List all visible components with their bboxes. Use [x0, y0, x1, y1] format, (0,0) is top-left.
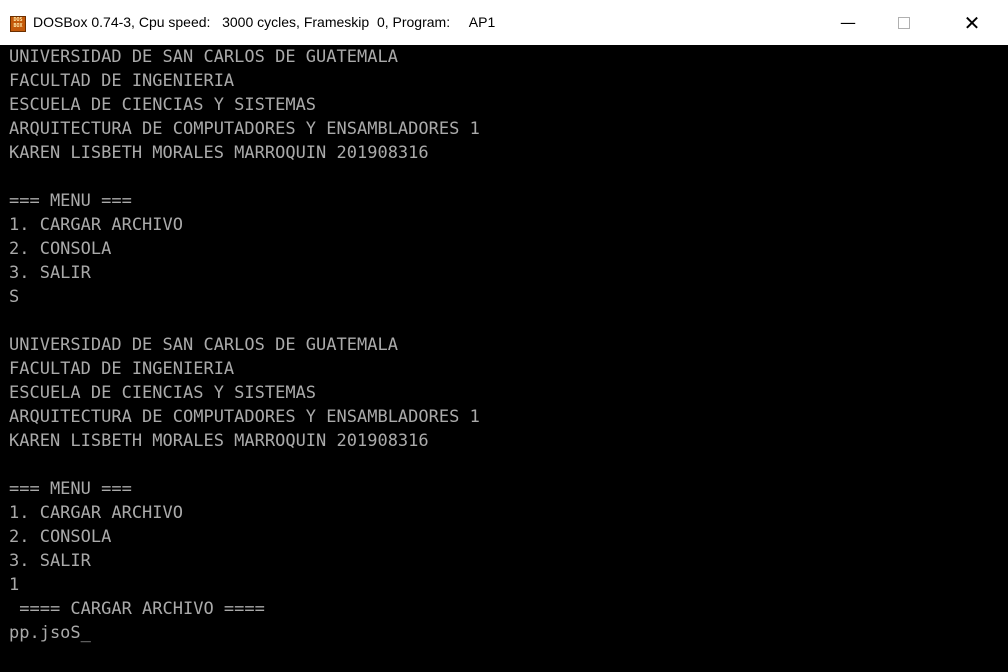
console-line: 2. CONSOLA — [9, 527, 112, 547]
console-line: 1. CARGAR ARCHIVO — [9, 215, 183, 235]
console-line: 3. SALIR — [9, 551, 91, 571]
console-line: KAREN LISBETH MORALES MARROQUIN 20190831… — [9, 143, 429, 163]
console-line: ARQUITECTURA DE COMPUTADORES Y ENSAMBLAD… — [9, 407, 480, 427]
console-line: === MENU === — [9, 191, 132, 211]
title-program-name: AP1 — [468, 14, 496, 30]
console-line: UNIVERSIDAD DE SAN CARLOS DE GUATEMALA — [9, 47, 398, 67]
close-button[interactable]: ✕ — [944, 0, 1000, 45]
window-title: DOSBox 0.74-3, Cpu speed: 3000 cycles, F… — [33, 14, 495, 30]
console-line: ESCUELA DE CIENCIAS Y SISTEMAS — [9, 383, 317, 403]
console-line: KAREN LISBETH MORALES MARROQUIN 20190831… — [9, 431, 429, 451]
console-line: UNIVERSIDAD DE SAN CARLOS DE GUATEMALA — [9, 335, 398, 355]
title-app-speed: DOSBox 0.74-3, Cpu speed: — [33, 14, 211, 30]
console-line: FACULTAD DE INGENIERIA — [9, 71, 235, 91]
console-line: ARQUITECTURA DE COMPUTADORES Y ENSAMBLAD… — [9, 119, 480, 139]
minimize-icon: — — [840, 13, 856, 32]
console-line: FACULTAD DE INGENIERIA — [9, 359, 235, 379]
console-line: 3. SALIR — [9, 263, 91, 283]
console-line: 2. CONSOLA — [9, 239, 112, 259]
console-line: === MENU === — [9, 479, 132, 499]
console-line: 1. CARGAR ARCHIVO — [9, 503, 183, 523]
title-bar[interactable]: DOS BOX DOSBox 0.74-3, Cpu speed: 3000 c… — [0, 0, 1008, 45]
title-cycles-program: 3000 cycles, Frameskip 0, Program: — [222, 14, 451, 30]
console-line: ==== CARGAR ARCHIVO ==== — [9, 599, 265, 619]
maximize-button[interactable] — [876, 0, 932, 45]
console-line: 1 — [9, 575, 20, 595]
app-icon-text-bottom: BOX — [13, 23, 23, 29]
close-icon: ✕ — [963, 10, 981, 35]
console-line: S — [9, 287, 20, 307]
dosbox-app-icon[interactable]: DOS BOX — [10, 16, 26, 32]
console-line: ESCUELA DE CIENCIAS Y SISTEMAS — [9, 95, 317, 115]
minimize-button[interactable]: — — [820, 0, 876, 45]
maximize-icon — [898, 16, 910, 29]
console-input-line[interactable]: pp.jsoS_ — [9, 621, 91, 645]
dos-console[interactable]: UNIVERSIDAD DE SAN CARLOS DE GUATEMALA F… — [0, 45, 1008, 672]
dosbox-window: DOS BOX DOSBox 0.74-3, Cpu speed: 3000 c… — [0, 0, 1008, 672]
